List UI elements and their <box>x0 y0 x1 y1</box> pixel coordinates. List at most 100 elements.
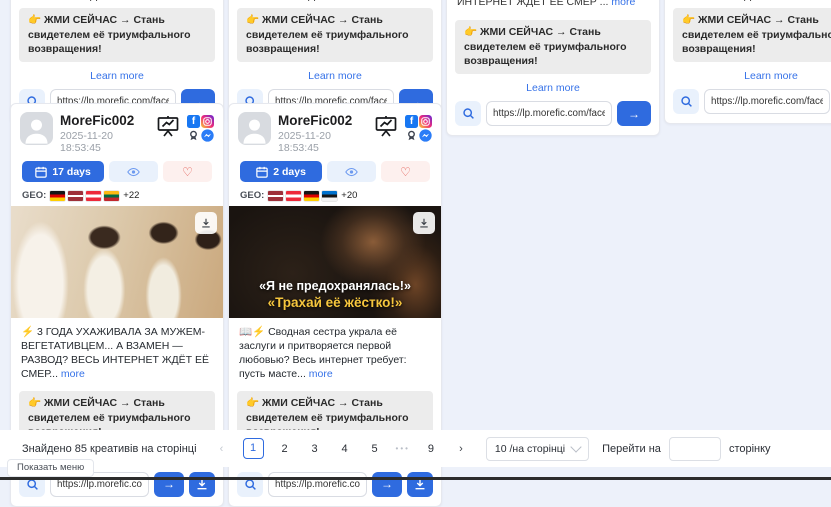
download-image-button[interactable] <box>413 212 435 234</box>
flag-ee-icon <box>322 191 337 201</box>
prev-page-icon[interactable]: ‹ <box>213 443 231 455</box>
next-page-icon[interactable]: › <box>452 443 470 455</box>
creative-image: «Я не предохранялась!» «Трахай её жёстко… <box>229 206 441 318</box>
days-active-button[interactable]: 2 days <box>240 161 322 182</box>
geo-row: GEO: +20 <box>229 184 441 206</box>
learn-more-link[interactable]: Learn more <box>447 82 659 94</box>
cta-text: 👉 ЖМИ СЕЙЧАС → Стань свидетелем её триум… <box>237 8 433 62</box>
pages-ellipsis[interactable]: ••• <box>396 444 410 453</box>
creative-date: 2025-11-20 18:53:45 <box>278 130 367 154</box>
eye-icon <box>345 167 358 177</box>
more-link[interactable]: more <box>61 368 85 380</box>
geo-more-count[interactable]: +20 <box>341 190 357 201</box>
more-link[interactable]: more <box>824 0 831 1</box>
days-label: 17 days <box>52 166 91 178</box>
creative-description: ⚡ 3 ГОДА УХАЖИВАЛА ЗА МУЖЕМ-ВЕГЕТАТИВЦЕМ… <box>11 318 223 384</box>
flag-lv-icon <box>68 191 83 201</box>
landing-url-input[interactable] <box>486 101 612 126</box>
open-link-button[interactable]: → <box>617 101 651 126</box>
download-creative-button[interactable] <box>407 472 433 497</box>
search-icon[interactable] <box>455 101 481 126</box>
advertiser-name: MoreFic002 <box>278 113 367 128</box>
advertiser-info: MoreFic002 2025-11-20 18:53:45 <box>60 112 149 154</box>
search-icon[interactable] <box>673 89 699 114</box>
goto-page: Перейти на сторінку <box>602 437 770 461</box>
goto-suffix: сторінку <box>729 443 771 455</box>
cta-text: 👉 ЖМИ СЕЙЧАС → Стань свидетелем её триум… <box>455 20 651 74</box>
instagram-icon <box>419 115 432 128</box>
page-size-select[interactable]: 10 /на сторінці <box>486 437 589 461</box>
more-link[interactable]: more <box>309 368 333 380</box>
calendar-icon <box>256 166 268 178</box>
page-button-1[interactable]: 1 <box>243 438 264 459</box>
image-text-overlay: «Я не предохранялась!» «Трахай её жёстко… <box>229 279 441 310</box>
views-button[interactable] <box>109 161 158 182</box>
flag-at-icon <box>286 191 301 201</box>
show-menu-button[interactable]: Показать меню <box>7 459 94 477</box>
page-button-2[interactable]: 2 <box>276 443 294 455</box>
more-link[interactable]: more <box>611 0 635 7</box>
creative-description: 📖⚡ Сводная сестра украла её заслуги и пр… <box>229 318 441 384</box>
clipped-text: ИНТЕРНЕТ ЖДЁТ ЕЁ СМЕР... <box>21 0 168 1</box>
advertiser-info: MoreFic002 2025-11-20 18:53:45 <box>278 112 367 154</box>
advertiser-name: MoreFic002 <box>60 113 149 128</box>
flag-lv-icon <box>268 191 283 201</box>
learn-more-link[interactable]: Learn more <box>229 70 441 82</box>
geo-flags <box>50 191 119 201</box>
learn-more-link[interactable]: Learn more <box>11 70 223 82</box>
download-icon <box>196 478 208 490</box>
presentation-chart-icon <box>156 115 180 142</box>
eye-icon <box>127 167 140 177</box>
download-creative-button[interactable] <box>189 472 215 497</box>
instagram-icon <box>201 115 214 128</box>
geo-label: GEO: <box>22 190 46 201</box>
avatar <box>20 112 53 145</box>
pager: ‹ 1 2 3 4 5 ••• 9 › <box>213 438 470 459</box>
days-active-button[interactable]: 17 days <box>22 161 104 182</box>
page-button-4[interactable]: 4 <box>336 443 354 455</box>
page-button-5[interactable]: 5 <box>366 443 384 455</box>
chevron-down-icon <box>570 441 581 452</box>
flag-de-icon <box>50 191 65 201</box>
more-link[interactable]: more <box>388 0 412 1</box>
open-link-button[interactable]: → <box>154 472 184 497</box>
download-image-button[interactable] <box>195 212 217 234</box>
creative-image <box>11 206 223 318</box>
geo-more-count[interactable]: +22 <box>123 190 139 201</box>
search-icon[interactable] <box>237 472 263 497</box>
clipped-text: ИНТЕРНЕТ ЖДЁТ ЕЁ СМЕР... <box>675 0 822 1</box>
landing-url-input[interactable] <box>704 89 830 114</box>
flag-lt-icon <box>104 191 119 201</box>
open-link-button[interactable]: → <box>372 472 402 497</box>
card-header: MoreFic002 2025-11-20 18:53:45 f <box>229 104 441 157</box>
calendar-icon <box>35 166 47 178</box>
page-button-3[interactable]: 3 <box>306 443 324 455</box>
flag-de-icon <box>304 191 319 201</box>
favorite-button[interactable]: ♡ <box>381 161 430 182</box>
page-button-9[interactable]: 9 <box>422 443 440 455</box>
landing-url-input[interactable] <box>268 472 367 497</box>
placement-icons: f <box>187 115 214 142</box>
card-actions: 17 days ♡ <box>11 157 223 184</box>
presentation-chart-icon <box>374 115 398 142</box>
facebook-icon: f <box>405 115 418 128</box>
description-text: ⚡ 3 ГОДА УХАЖИВАЛА ЗА МУЖЕМ-ВЕГЕТАТИВЦЕМ… <box>21 326 209 380</box>
clipped-description: ИНТЕРНЕТ ЖДЁТ ЕЁ СМЕР... more <box>675 0 831 1</box>
views-button[interactable] <box>327 161 376 182</box>
messenger-icon <box>201 129 214 142</box>
cta-text: 👉 ЖМИ СЕЙЧАС → Стань свидетелем её триум… <box>673 8 831 62</box>
header-icons: f <box>156 112 214 142</box>
heart-icon: ♡ <box>182 166 193 178</box>
results-count: Знайдено 85 креативів на сторінці <box>22 443 197 455</box>
flag-at-icon <box>86 191 101 201</box>
learn-more-link[interactable]: Learn more <box>665 70 831 82</box>
overlay-line-2: «Трахай её жёстко!» <box>229 295 441 310</box>
goto-page-input[interactable] <box>669 437 721 461</box>
badge-icon <box>187 129 200 142</box>
placement-icons: f <box>405 115 432 142</box>
geo-flags <box>268 191 337 201</box>
favorite-button[interactable]: ♡ <box>163 161 212 182</box>
clipped-text: ИНТЕРНЕТ ЖДЁТ ЕЁ СМЕР... <box>239 0 386 1</box>
more-link[interactable]: more <box>170 0 194 1</box>
header-icons: f <box>374 112 432 142</box>
